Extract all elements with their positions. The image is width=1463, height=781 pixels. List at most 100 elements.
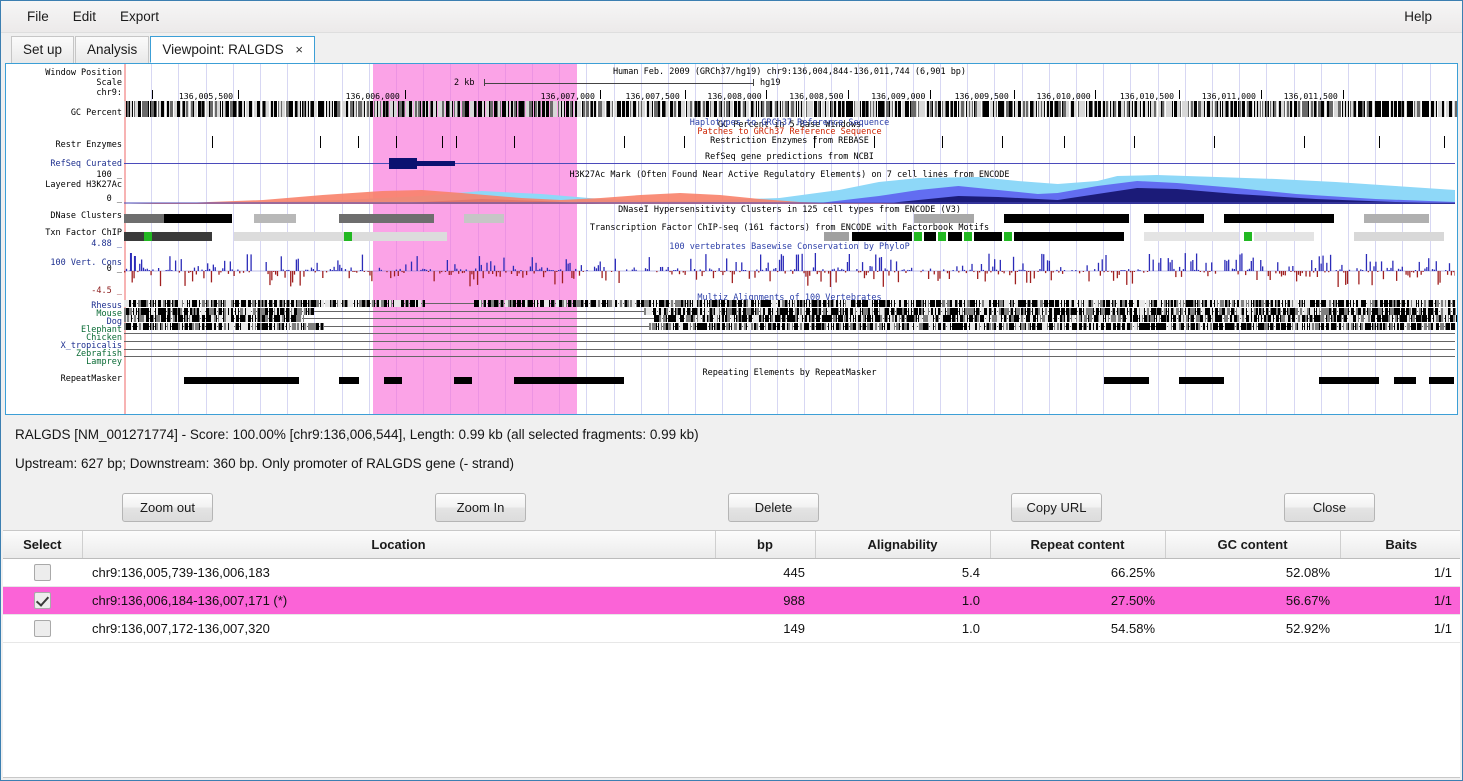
row-location: chr9:136,007,172-136,007,320: [82, 614, 715, 643]
table-row[interactable]: chr9:136,005,739-136,006,183 445 5.4 66.…: [3, 558, 1460, 587]
multiz-row-elephant[interactable]: [124, 322, 1457, 330]
tf-chip-block[interactable]: [352, 232, 447, 241]
dnase-clusters-track[interactable]: [124, 214, 1455, 223]
repeat-element-block[interactable]: [454, 377, 472, 384]
tab-viewpoint-ralgds[interactable]: Viewpoint: RALGDS ×: [150, 36, 315, 63]
tf-chip-block[interactable]: [124, 232, 144, 241]
track-canvas[interactable]: Human Feb. 2009 (GRCh37/hg19) chr9:136,0…: [124, 64, 1457, 414]
delete-button[interactable]: Delete: [728, 493, 819, 522]
tf-chip-block[interactable]: [938, 232, 946, 241]
repeat-element-block[interactable]: [1104, 377, 1149, 384]
table-row[interactable]: chr9:136,006,184-136,007,171 (*) 988 1.0…: [3, 586, 1460, 615]
dnase-cluster-block[interactable]: [1144, 214, 1204, 223]
tf-chip-block[interactable]: [914, 232, 922, 241]
tab-analysis[interactable]: Analysis: [75, 36, 150, 63]
repeat-element-block[interactable]: [514, 377, 619, 384]
tf-chip-block[interactable]: [824, 232, 849, 241]
tf-chip-block[interactable]: [1254, 232, 1314, 241]
tab-close-icon[interactable]: ×: [295, 42, 303, 57]
dnase-cluster-block[interactable]: [1004, 214, 1129, 223]
multiz-row-x-tropicalis[interactable]: [124, 338, 1455, 345]
column-header-baits[interactable]: Baits: [1340, 531, 1460, 559]
dnase-cluster-block[interactable]: [1224, 214, 1334, 223]
tf-chip-block[interactable]: [964, 232, 972, 241]
row-repeat-content: 66.25%: [990, 558, 1165, 587]
table-row[interactable]: chr9:136,007,172-136,007,320 149 1.0 54.…: [3, 614, 1460, 643]
dnase-cluster-block[interactable]: [254, 214, 296, 223]
multiz-row-dog[interactable]: [124, 315, 1457, 323]
multiz-row-mouse[interactable]: [124, 307, 1457, 315]
repeat-element-block[interactable]: [339, 377, 359, 384]
tf-chip-block[interactable]: [144, 232, 152, 241]
tf-chip-block[interactable]: [852, 232, 912, 241]
gc-percent-track[interactable]: [124, 101, 1457, 117]
menu-export[interactable]: Export: [108, 5, 171, 28]
h3k27ac-signal[interactable]: [124, 172, 1455, 204]
multiz-row-lamprey[interactable]: [124, 353, 1455, 360]
row-checkbox[interactable]: [34, 619, 51, 637]
tf-chip-block[interactable]: [974, 232, 1002, 241]
conservation-signal[interactable]: [124, 250, 1455, 292]
label-cons-min: -4.5 _: [91, 286, 122, 296]
gene-exon-block[interactable]: [389, 158, 417, 169]
tf-chip-track[interactable]: [124, 232, 1455, 241]
repeat-element-block[interactable]: [1179, 377, 1224, 384]
close-button[interactable]: Close: [1284, 493, 1375, 522]
column-header-repeat-content[interactable]: Repeat content: [990, 531, 1166, 559]
row-checkbox[interactable]: [34, 591, 51, 609]
column-header-select[interactable]: Select: [3, 531, 83, 559]
row-select-cell[interactable]: [3, 586, 82, 615]
row-location: chr9:136,006,184-136,007,171 (*): [82, 586, 715, 615]
dnase-cluster-block[interactable]: [339, 214, 434, 223]
column-header-alignability[interactable]: Alignability: [815, 531, 991, 559]
ucsc-track-image[interactable]: Window Position Scale chr9: GC Percent R…: [6, 64, 1457, 414]
dnase-cluster-block[interactable]: [464, 214, 504, 223]
menu-file[interactable]: File: [15, 5, 61, 28]
copy-url-button[interactable]: Copy URL: [1011, 493, 1102, 522]
menu-help[interactable]: Help: [1392, 5, 1444, 28]
repeat-element-block[interactable]: [1319, 377, 1379, 384]
dnase-cluster-block[interactable]: [914, 214, 974, 223]
dnase-cluster-block[interactable]: [1364, 214, 1429, 223]
row-select-cell[interactable]: [3, 614, 82, 643]
repeat-element-block[interactable]: [184, 377, 299, 384]
tf-chip-block[interactable]: [1004, 232, 1012, 241]
repeat-element-block[interactable]: [1394, 377, 1416, 384]
repeat-element-block[interactable]: [384, 377, 402, 384]
coordinate-tick-mark: [1178, 90, 1180, 99]
row-alignability: 1.0: [815, 614, 990, 643]
multiz-alignment-track[interactable]: [124, 300, 1457, 362]
fragment-table-container[interactable]: Select Location bp Alignability Repeat c…: [3, 530, 1460, 778]
column-header-bp[interactable]: bp: [715, 531, 816, 559]
gene-intron-line[interactable]: [417, 161, 455, 166]
tf-chip-block[interactable]: [1354, 232, 1444, 241]
genome-browser-panel[interactable]: Window Position Scale chr9: GC Percent R…: [5, 63, 1458, 415]
row-checkbox[interactable]: [34, 563, 51, 581]
dnase-cluster-block[interactable]: [164, 214, 232, 223]
label-gc-percent: GC Percent: [70, 108, 122, 118]
tab-set-up[interactable]: Set up: [11, 36, 75, 63]
column-header-location[interactable]: Location: [82, 531, 716, 559]
tf-chip-block[interactable]: [234, 232, 344, 241]
tf-chip-block[interactable]: [1014, 232, 1124, 241]
zoom-in-button[interactable]: Zoom In: [435, 493, 526, 522]
tf-chip-block[interactable]: [152, 232, 212, 241]
restriction-site-tick: [456, 136, 457, 148]
tf-chip-block[interactable]: [948, 232, 962, 241]
column-header-gc-content[interactable]: GC content: [1165, 531, 1341, 559]
repeatmasker-track[interactable]: [124, 377, 1455, 385]
zoom-out-button[interactable]: Zoom out: [122, 493, 213, 522]
multiz-row-chicken[interactable]: [124, 330, 1455, 337]
multiz-row-rhesus[interactable]: [124, 300, 1457, 307]
label-refseq-curated: RefSeq Curated: [50, 159, 122, 169]
tf-chip-block[interactable]: [924, 232, 936, 241]
fragment-table[interactable]: Select Location bp Alignability Repeat c…: [3, 531, 1460, 643]
tf-chip-block[interactable]: [1244, 232, 1252, 241]
row-select-cell[interactable]: [3, 558, 82, 587]
repeat-element-block[interactable]: [614, 377, 624, 384]
repeat-element-block[interactable]: [1429, 377, 1454, 384]
tf-chip-block[interactable]: [344, 232, 352, 241]
menu-edit[interactable]: Edit: [61, 5, 108, 28]
tf-chip-block[interactable]: [1144, 232, 1239, 241]
multiz-row-zebrafish[interactable]: [124, 346, 1455, 353]
